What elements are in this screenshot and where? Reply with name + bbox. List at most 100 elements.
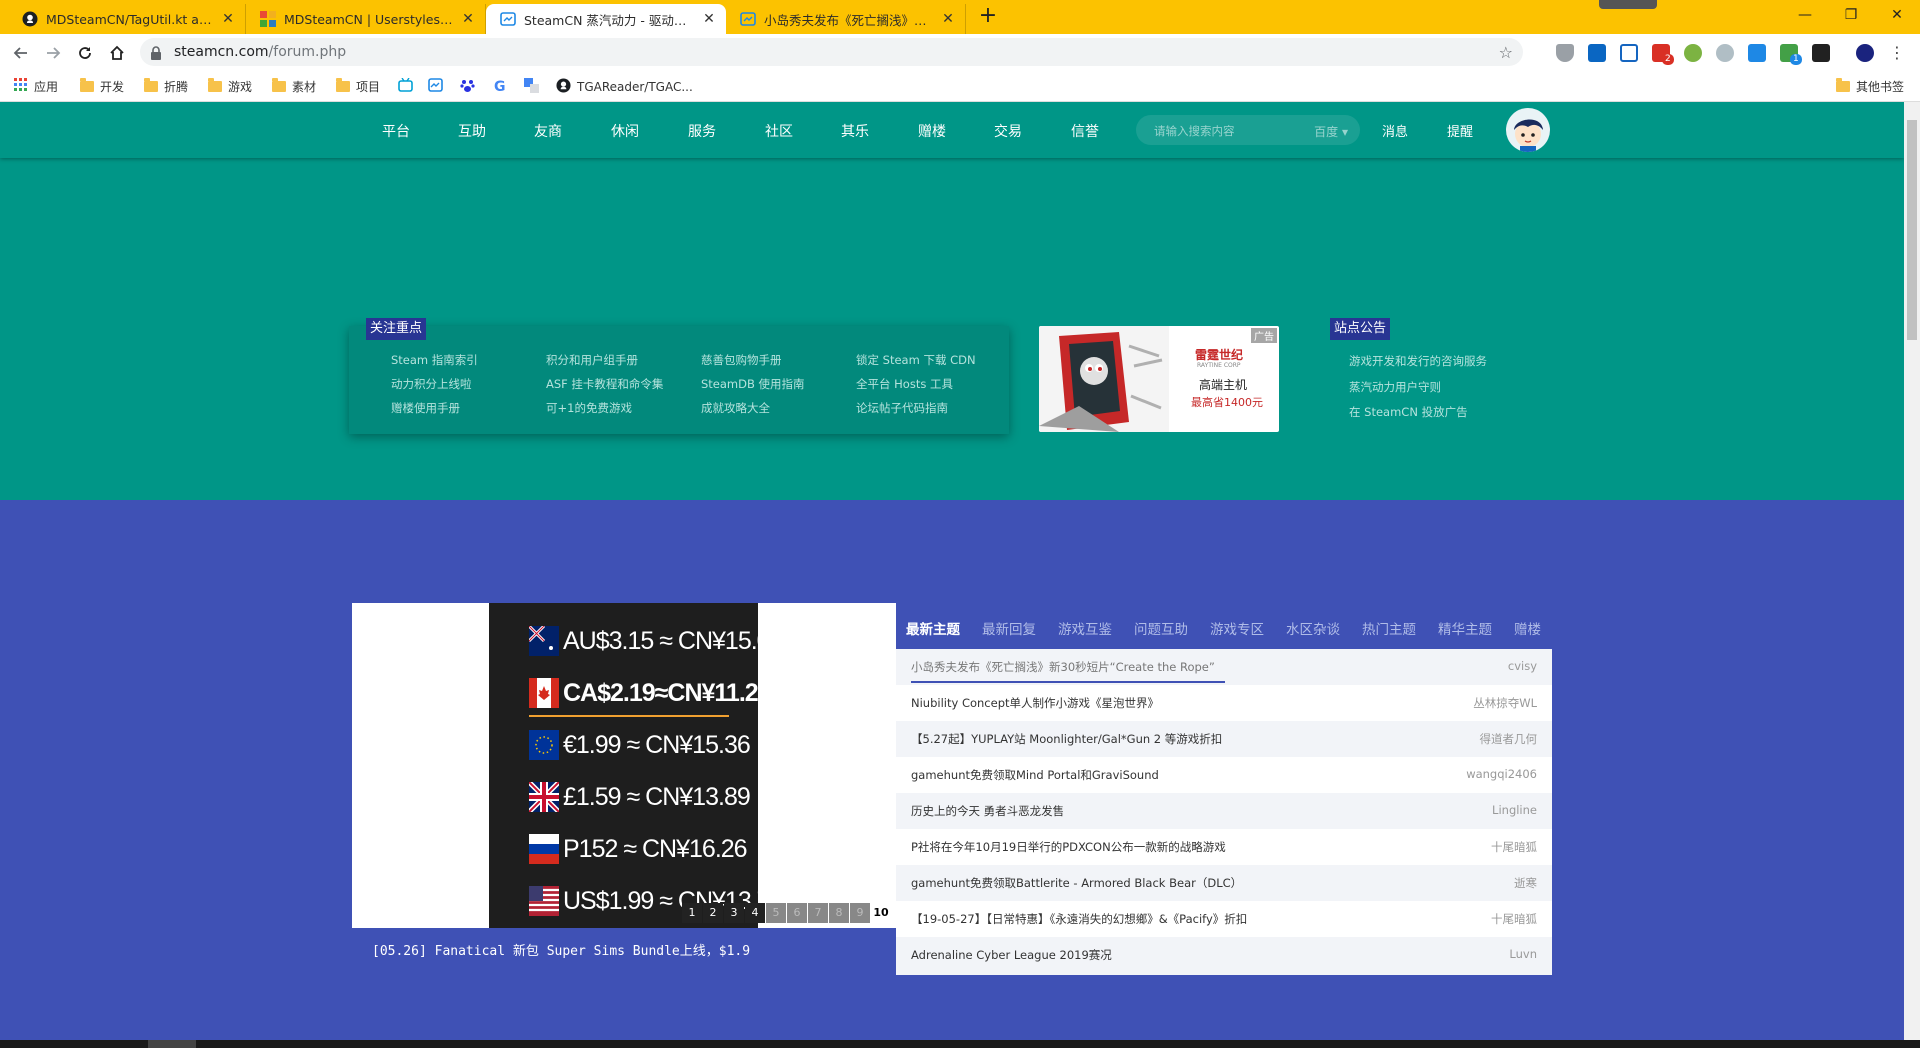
tab-hot-topics[interactable]: 热门主题: [1362, 618, 1416, 638]
thread-author[interactable]: 得道者几何: [1480, 731, 1538, 747]
thread-row[interactable]: 历史上的今天 勇者斗恶龙发售 Lingline: [896, 793, 1552, 829]
focus-link[interactable]: 积分和用户组手册: [546, 352, 638, 368]
nav-item-gift[interactable]: 赠楼: [918, 121, 946, 141]
nav-item-leisure[interactable]: 休闲: [611, 121, 639, 141]
bookmark-google[interactable]: G: [494, 78, 506, 95]
slider-page-1[interactable]: 1: [682, 903, 702, 923]
bookmark-translate[interactable]: [524, 77, 539, 95]
nav-item-platform[interactable]: 平台: [382, 121, 410, 141]
bookmark-folder-assets[interactable]: 素材: [272, 78, 316, 95]
tab-game-review[interactable]: 游戏互鉴: [1058, 618, 1112, 638]
thread-author[interactable]: wangqi2406: [1466, 767, 1537, 781]
slider-page-8[interactable]: 8: [829, 903, 849, 923]
home-button[interactable]: [104, 40, 130, 66]
close-window-button[interactable]: ✕: [1874, 0, 1920, 30]
tab-water-zone[interactable]: 水区杂谈: [1286, 618, 1340, 638]
close-tab-icon[interactable]: ✕: [221, 11, 235, 27]
thread-title[interactable]: P社将在今年10月19日举行的PDXCON公布一款新的战略游戏: [911, 839, 1226, 855]
menu-icon[interactable]: ⋮: [1888, 44, 1906, 62]
nav-item-help[interactable]: 互助: [458, 121, 486, 141]
thread-title[interactable]: Adrenaline Cyber League 2019赛况: [911, 947, 1112, 963]
profile-avatar-icon[interactable]: [1856, 44, 1874, 62]
search-input[interactable]: 请输入搜索内容 百度 ▾: [1136, 115, 1360, 145]
bookmark-steamcn[interactable]: [428, 78, 443, 95]
thread-title[interactable]: 【19-05-27】【日常特惠】《永遠消失的幻想鄉》&《Pacify》折扣: [911, 911, 1247, 927]
thread-author[interactable]: Lingline: [1492, 803, 1537, 817]
back-button[interactable]: [8, 40, 34, 66]
focus-link[interactable]: SteamDB 使用指南: [701, 376, 805, 392]
tab-gift[interactable]: 赠楼: [1514, 618, 1541, 638]
tab-latest-topics[interactable]: 最新主题: [906, 618, 960, 638]
slider-page-3[interactable]: 3: [724, 903, 744, 923]
thread-author[interactable]: 十尾暗狐: [1491, 911, 1537, 927]
forward-button[interactable]: [40, 40, 66, 66]
slider-page-9[interactable]: 9: [850, 903, 870, 923]
eye-icon[interactable]: [1716, 44, 1734, 62]
slide-caption[interactable]: [05.26] Fanatical 新包 Super Sims Bundle上线…: [372, 940, 750, 959]
slider-page-4[interactable]: 4: [745, 903, 765, 923]
page-scrollbar[interactable]: [1904, 102, 1920, 1040]
ad-banner[interactable]: 广告 雷霆世纪 RAYTINE CORP 高端主机 最高省1400元: [1039, 326, 1279, 432]
nav-item-service[interactable]: 服务: [688, 121, 716, 141]
bookmark-folder-tinker[interactable]: 折腾: [144, 78, 188, 95]
zhihu-icon[interactable]: [1588, 44, 1606, 62]
close-tab-icon[interactable]: ✕: [461, 11, 475, 27]
news-slider[interactable]: AU$3.15 ≈ CN¥15.00 CA$2.19≈CN¥11.23 €1.9…: [352, 603, 896, 928]
screen-icon[interactable]: [1620, 44, 1638, 62]
slider-page-6[interactable]: 6: [787, 903, 807, 923]
user-avatar[interactable]: [1506, 108, 1550, 152]
bookmark-baidu[interactable]: [460, 78, 475, 95]
browser-tab-3-active[interactable]: SteamCN 蒸汽动力 - 驱动正版游戏 ✕: [486, 4, 726, 34]
slider-page-2[interactable]: 2: [703, 903, 723, 923]
tab-latest-replies[interactable]: 最新回复: [982, 618, 1036, 638]
nav-item-partners[interactable]: 友商: [534, 121, 562, 141]
slider-page-5[interactable]: 5: [766, 903, 786, 923]
bookmark-other[interactable]: 其他书签: [1836, 78, 1904, 95]
search-engine-select[interactable]: 百度 ▾: [1314, 123, 1348, 140]
focus-link[interactable]: 锁定 Steam 下载 CDN: [856, 352, 976, 368]
browser-tab-2[interactable]: MDSteamCN | Userstyles.org ✕: [246, 4, 486, 34]
thread-row[interactable]: gamehunt免费领取Battlerite - Armored Black B…: [896, 865, 1552, 901]
close-tab-icon[interactable]: ✕: [702, 11, 716, 27]
bookmark-star-icon[interactable]: ☆: [1499, 43, 1513, 62]
bookmark-bilibili[interactable]: [398, 77, 413, 95]
shield-icon[interactable]: [1556, 44, 1574, 62]
thread-author[interactable]: 十尾暗狐: [1491, 839, 1537, 855]
reload-button[interactable]: [72, 40, 98, 66]
taskbar-active-item[interactable]: [148, 1040, 196, 1048]
focus-link[interactable]: 动力积分上线啦: [391, 376, 472, 392]
tab-qa[interactable]: 问题互助: [1134, 618, 1188, 638]
minimize-button[interactable]: —: [1782, 0, 1828, 30]
notice-link[interactable]: 在 SteamCN 投放广告: [1349, 404, 1468, 420]
reminders-link[interactable]: 提醒: [1447, 121, 1473, 140]
bookmark-folder-projects[interactable]: 项目: [336, 78, 380, 95]
thread-title[interactable]: 小岛秀夫发布《死亡搁浅》新30秒短片“Create the Rope”: [911, 659, 1215, 675]
thread-title[interactable]: Niubility Concept单人制作小游戏《星泡世界》: [911, 695, 1159, 711]
close-tab-icon[interactable]: ✕: [941, 11, 955, 27]
tab-game-zone[interactable]: 游戏专区: [1210, 618, 1264, 638]
nav-item-trade[interactable]: 交易: [994, 121, 1022, 141]
thread-row[interactable]: 【5.27起】YUPLAY站 Moonlighter/Gal*Gun 2 等游戏…: [896, 721, 1552, 757]
focus-link[interactable]: 论坛帖子代码指南: [856, 400, 948, 416]
focus-link[interactable]: 成就攻略大全: [701, 400, 770, 416]
thread-author[interactable]: cvisy: [1508, 659, 1537, 673]
translate-icon[interactable]: [1748, 44, 1766, 62]
bookmark-tgareader[interactable]: TGAReader/TGAC...: [556, 77, 693, 95]
thread-row[interactable]: 小岛秀夫发布《死亡搁浅》新30秒短片“Create the Rope” cvis…: [896, 649, 1552, 685]
slider-page-10[interactable]: 10: [871, 903, 891, 923]
focus-link[interactable]: 赠楼使用手册: [391, 400, 460, 416]
focus-link[interactable]: 全平台 Hosts 工具: [856, 376, 953, 392]
thread-row[interactable]: P社将在今年10月19日举行的PDXCON公布一款新的战略游戏 十尾暗狐: [896, 829, 1552, 865]
thread-title[interactable]: 历史上的今天 勇者斗恶龙发售: [911, 803, 1064, 819]
scrollbar-thumb[interactable]: [1907, 120, 1917, 340]
messages-link[interactable]: 消息: [1382, 121, 1408, 140]
slider-page-7[interactable]: 7: [808, 903, 828, 923]
bookmark-folder-games[interactable]: 游戏: [208, 78, 252, 95]
bookmark-apps[interactable]: 应用: [14, 78, 58, 95]
nav-item-credit[interactable]: 信誉: [1071, 121, 1099, 141]
thread-author[interactable]: 逝寒: [1514, 875, 1537, 891]
tab-featured[interactable]: 精华主题: [1438, 618, 1492, 638]
reader-icon[interactable]: [1812, 44, 1830, 62]
nav-item-community[interactable]: 社区: [765, 121, 793, 141]
focus-link[interactable]: 慈善包购物手册: [701, 352, 782, 368]
